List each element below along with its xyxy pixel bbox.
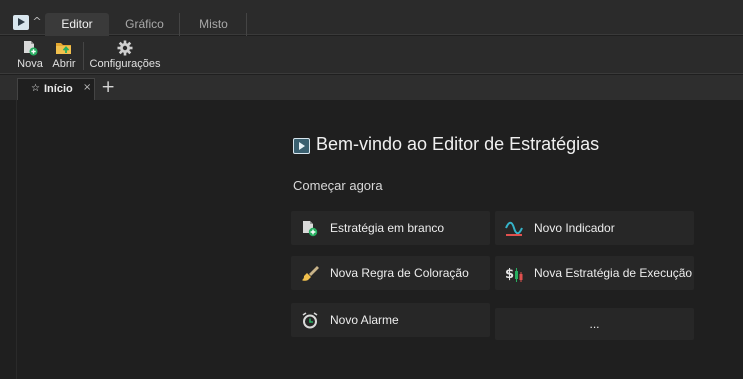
paint-brush-icon <box>301 265 319 282</box>
ribbon-tab-misto[interactable]: Misto <box>181 13 247 36</box>
new-execution-strategy-button[interactable]: $ Nova Estratégia de Execução <box>495 256 694 290</box>
action-label: Nova Regra de Coloração <box>330 266 469 280</box>
star-icon: ☆ <box>31 83 40 94</box>
ribbon-tab-grafico[interactable]: Gráfico <box>110 13 180 36</box>
nova-label: Nova <box>17 58 43 70</box>
new-coloring-rule-button[interactable]: Nova Regra de Coloração <box>291 256 490 290</box>
configuracoes-label: Configurações <box>89 58 161 70</box>
ribbon-tab-editor[interactable]: Editor <box>45 13 109 36</box>
doc-tab-inicio[interactable]: ☆ Início × <box>17 78 95 100</box>
abrir-label: Abrir <box>52 58 76 70</box>
action-label: Novo Alarme <box>330 313 399 327</box>
dollar-candles-icon: $ <box>505 265 523 282</box>
add-tab-icon[interactable]: + <box>101 77 115 97</box>
action-label: Novo Indicador <box>534 221 615 235</box>
editor-logo-icon <box>293 138 310 154</box>
indicator-wave-icon <box>505 220 523 237</box>
document-tab-strip: ☆ Início × + <box>0 75 743 100</box>
blank-strategy-button[interactable]: Estratégia em branco <box>291 211 490 245</box>
app-logo-icon[interactable] <box>13 15 29 30</box>
alarm-clock-icon <box>301 312 319 329</box>
toolbar-divider <box>83 42 84 70</box>
configuracoes-button[interactable]: Configurações <box>88 38 162 72</box>
section-heading: Começar agora <box>293 178 383 193</box>
nova-button[interactable]: Nova <box>14 38 46 72</box>
new-alarm-button[interactable]: Novo Alarme <box>291 303 490 337</box>
toolbar: Nova Abrir Configurações <box>0 36 743 74</box>
page-title: Bem-vindo ao Editor de Estratégias <box>316 134 600 154</box>
open-folder-icon <box>55 40 73 56</box>
abrir-button[interactable]: Abrir <box>49 38 79 72</box>
new-file-icon <box>21 40 39 56</box>
close-icon[interactable]: × <box>83 82 91 93</box>
svg-text:$: $ <box>505 267 514 282</box>
gear-icon <box>116 40 134 56</box>
new-indicator-button[interactable]: Novo Indicador <box>495 211 694 245</box>
ribbon-tab-bar: ^ Editor Gráfico Misto <box>0 0 743 36</box>
new-document-icon <box>301 220 319 237</box>
collapse-ribbon-icon[interactable]: ^ <box>31 14 43 30</box>
more-options-button[interactable]: ... <box>495 308 694 340</box>
action-label: ... <box>589 317 600 331</box>
action-label: Estratégia em branco <box>330 221 445 235</box>
doc-tab-label: Início <box>44 83 73 95</box>
action-label: Nova Estratégia de Execução <box>534 266 693 280</box>
